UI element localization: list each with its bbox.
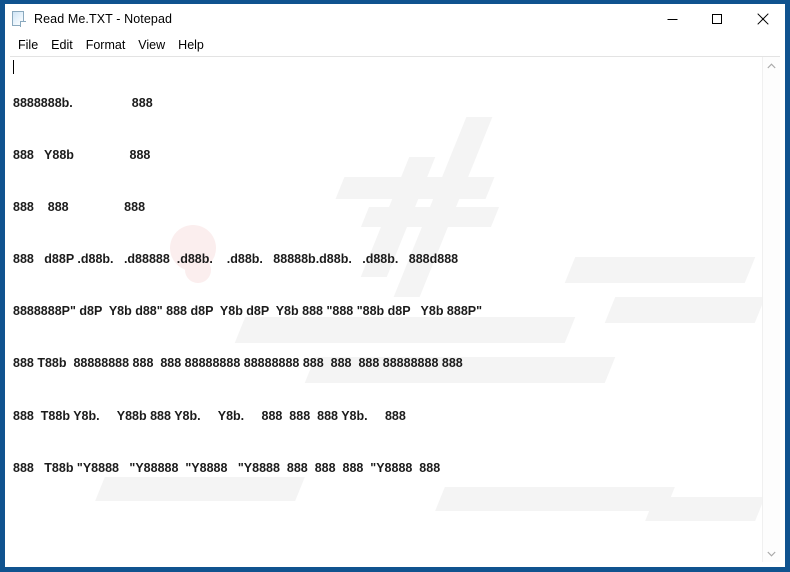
ascii-banner-line: 888 d88P .d88b. .d88888 .d88b. .d88b. 88… bbox=[13, 252, 459, 267]
ascii-banner-line: 888 T88b 88888888 888 888 88888888 88888… bbox=[13, 356, 463, 371]
menu-item-format[interactable]: Format bbox=[80, 37, 133, 53]
ascii-banner-line: 888 T88b "Y8888 "Y88888 "Y8888 "Y8888 88… bbox=[13, 460, 441, 475]
menu-item-edit[interactable]: Edit bbox=[45, 37, 80, 53]
notepad-window: Read Me.TXT - Notepad File Edit Format V… bbox=[0, 0, 790, 572]
menu-item-file[interactable]: File bbox=[12, 37, 45, 53]
ascii-banner-line: 8888888P" d8P Y8b d88" 888 d8P Y8b d8P Y… bbox=[13, 304, 483, 319]
text-editor[interactable]: 8888888b. 888 888 Y88b 888 888 888 888 8… bbox=[10, 57, 762, 562]
menu-item-view[interactable]: View bbox=[132, 37, 172, 53]
close-button[interactable] bbox=[740, 4, 785, 34]
maximize-button[interactable] bbox=[695, 4, 740, 34]
title-bar: Read Me.TXT - Notepad bbox=[5, 4, 785, 34]
scrollbar-thumb[interactable] bbox=[763, 74, 780, 424]
editor-area: 8888888b. 888 888 Y88b 888 888 888 888 8… bbox=[10, 56, 780, 562]
chevron-up-icon[interactable] bbox=[763, 57, 780, 74]
document-text: 8888888b. 888 888 Y88b 888 888 888 888 8… bbox=[10, 57, 762, 562]
ascii-banner-line: 888 T88b Y8b. Y88b 888 Y8b. Y8b. 888 888… bbox=[13, 408, 406, 423]
ascii-banner-line: 888 888 888 bbox=[13, 200, 146, 215]
window-controls bbox=[650, 4, 785, 34]
ascii-banner-line: 888 Y88b 888 bbox=[13, 148, 151, 163]
menu-item-help[interactable]: Help bbox=[172, 37, 211, 53]
vertical-scrollbar[interactable] bbox=[762, 57, 780, 562]
menu-bar: File Edit Format View Help bbox=[5, 34, 785, 56]
ascii-banner-line: 8888888b. 888 bbox=[13, 96, 153, 110]
notepad-document-icon bbox=[11, 11, 27, 27]
chevron-down-icon[interactable] bbox=[763, 545, 780, 562]
window-title: Read Me.TXT - Notepad bbox=[34, 12, 173, 26]
minimize-button[interactable] bbox=[650, 4, 695, 34]
